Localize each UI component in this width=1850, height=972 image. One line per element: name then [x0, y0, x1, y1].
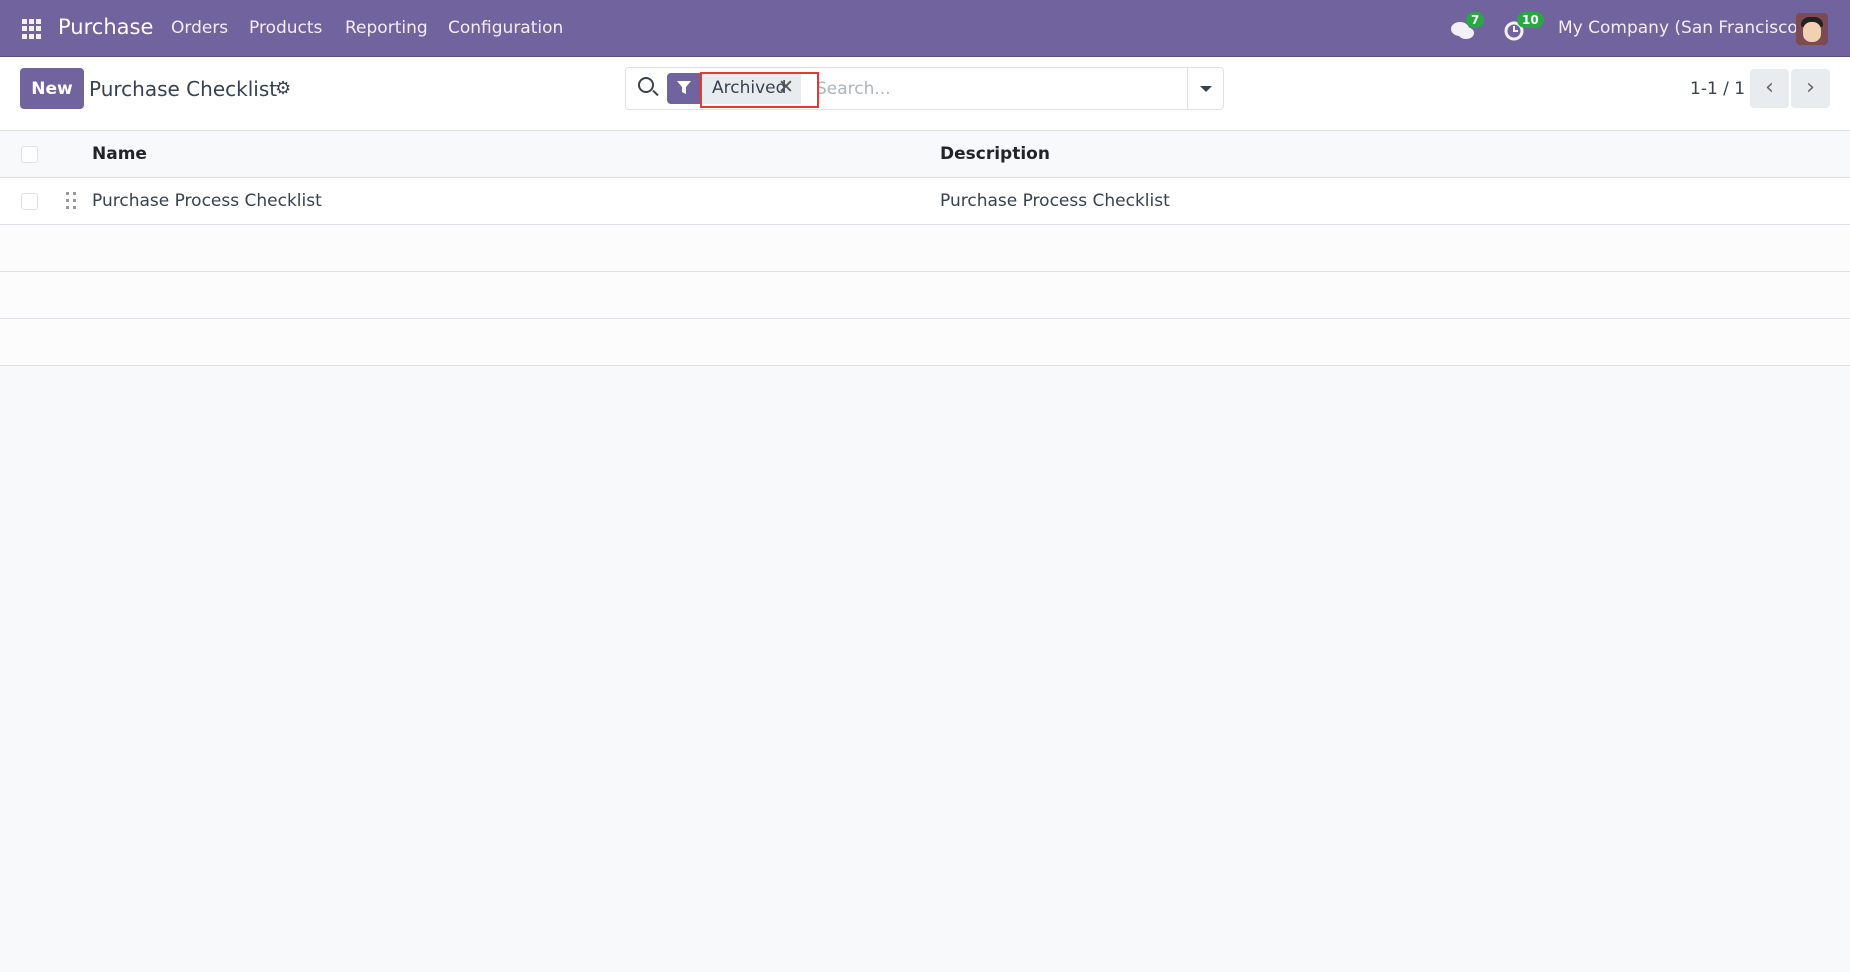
cell-name: Purchase Process Checklist — [92, 191, 322, 211]
empty-row — [0, 319, 1850, 366]
app-brand[interactable]: Purchase — [58, 15, 153, 39]
messages-button[interactable]: 7 — [1450, 12, 1490, 43]
search-input[interactable] — [816, 76, 1196, 102]
select-all-checkbox[interactable] — [21, 146, 38, 163]
table-row[interactable]: Purchase Process Checklist Purchase Proc… — [0, 178, 1850, 225]
menu-products[interactable]: Products — [249, 18, 322, 38]
highlight-box — [700, 72, 819, 108]
menu-orders[interactable]: Orders — [171, 18, 228, 38]
empty-row — [0, 225, 1850, 272]
menu-reporting[interactable]: Reporting — [345, 18, 428, 38]
search-options-toggle-caret-down-icon[interactable] — [1187, 68, 1223, 109]
drag-handle-icon[interactable] — [66, 192, 76, 210]
user-avatar[interactable] — [1796, 13, 1828, 45]
filter-icon — [667, 73, 701, 104]
page-title: Purchase Checklist — [89, 77, 278, 101]
company-switcher[interactable]: My Company (San Francisco) — [1558, 18, 1804, 38]
menu-configuration[interactable]: Configuration — [448, 18, 563, 38]
empty-row — [0, 272, 1850, 319]
search-icon[interactable] — [638, 77, 654, 93]
activities-badge: 10 — [1517, 12, 1544, 28]
row-checkbox[interactable] — [21, 193, 38, 210]
control-panel: New Purchase Checklist ⚙ Archived ✕ 1-1 … — [0, 57, 1850, 131]
list-view: Name Description Purchase Process Checkl… — [0, 131, 1850, 366]
table-header: Name Description — [0, 131, 1850, 178]
top-navbar: Purchase Orders Products Reporting Confi… — [0, 0, 1850, 57]
gear-icon[interactable]: ⚙ — [275, 78, 291, 99]
new-button[interactable]: New — [20, 68, 84, 109]
column-header-description[interactable]: Description — [940, 144, 1050, 164]
cell-description: Purchase Process Checklist — [940, 191, 1170, 211]
pager-previous-chevron-left-icon[interactable]: ‹ — [1750, 69, 1789, 108]
messages-badge: 7 — [1466, 12, 1485, 28]
pager-value[interactable]: 1-1 / 1 — [1690, 79, 1745, 99]
pager-next-chevron-right-icon[interactable]: › — [1791, 69, 1830, 108]
column-header-name[interactable]: Name — [92, 144, 147, 164]
apps-menu-icon[interactable] — [22, 19, 42, 39]
activities-button[interactable]: 10 — [1503, 12, 1544, 43]
